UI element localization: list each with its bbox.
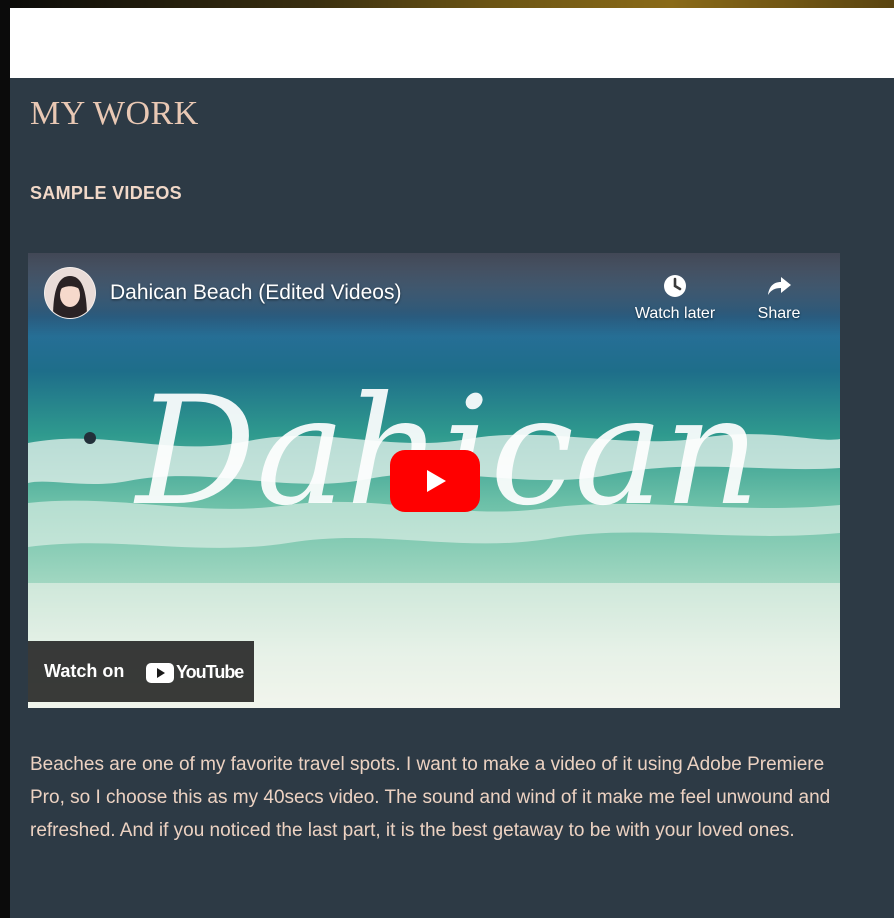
youtube-wordmark: YouTube: [176, 662, 244, 682]
watch-on-label: Watch on: [44, 661, 125, 681]
top-decoration-strip: [0, 0, 894, 8]
watch-later-label: Watch later: [634, 305, 716, 322]
play-button[interactable]: [390, 450, 480, 512]
video-title[interactable]: Dahican Beach (Edited Videos): [110, 281, 401, 305]
section-subtitle: SAMPLE VIDEOS: [30, 183, 182, 203]
channel-avatar[interactable]: [44, 267, 96, 319]
watch-later-button[interactable]: Watch later: [630, 271, 720, 323]
youtube-video-embed[interactable]: Dahican Dahican Beach (Edited Videos) Wa…: [28, 253, 840, 708]
header-bar: [10, 8, 894, 78]
play-icon: [427, 470, 446, 492]
left-edge-strip: [0, 0, 10, 918]
watch-on-youtube-button[interactable]: Watch on YouTube: [28, 641, 254, 702]
section-title: MY WORK: [30, 95, 199, 132]
youtube-logo-icon: [146, 663, 174, 688]
share-arrow-icon: [734, 271, 824, 301]
clock-icon: [630, 271, 720, 301]
share-label: Share: [757, 305, 801, 322]
video-description: Beaches are one of my favorite travel sp…: [30, 754, 831, 841]
avatar-image: [45, 268, 95, 318]
share-button[interactable]: Share: [734, 271, 824, 323]
